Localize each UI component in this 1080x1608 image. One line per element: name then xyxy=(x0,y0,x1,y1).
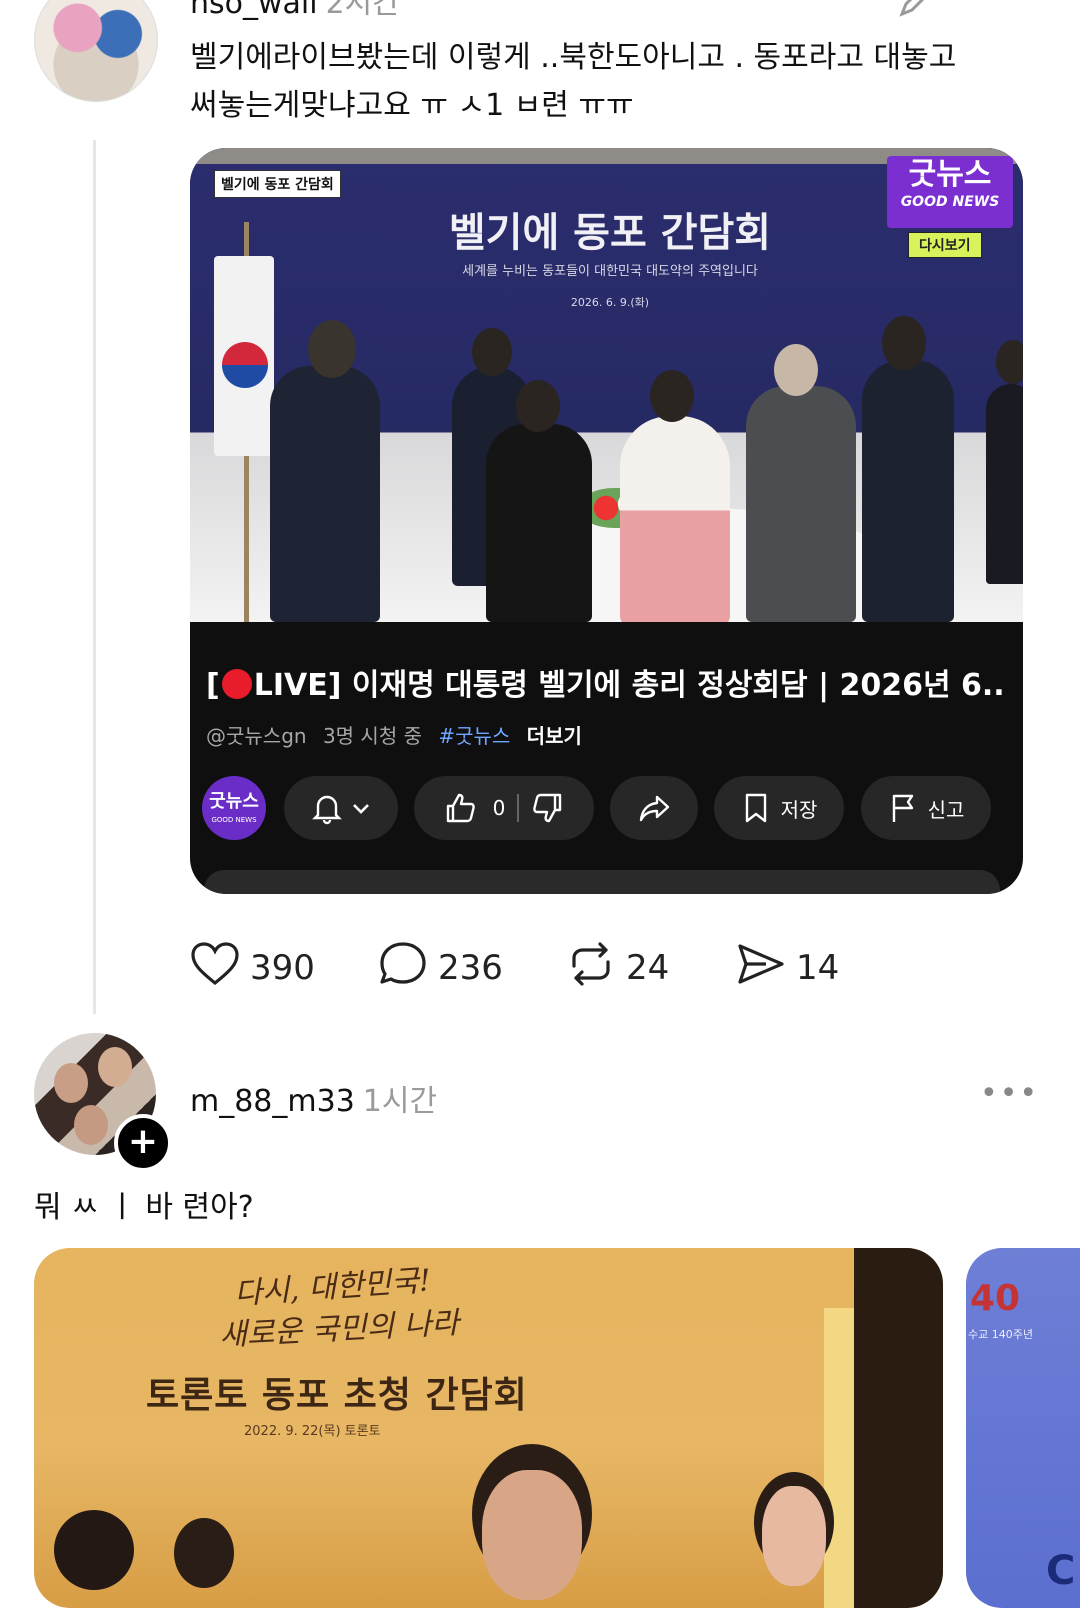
repost-count: 24 xyxy=(626,948,670,988)
follow-button[interactable]: + xyxy=(114,1114,172,1172)
edit-icon[interactable] xyxy=(896,0,936,20)
replay-badge: 다시보기 xyxy=(908,232,982,258)
person-face xyxy=(762,1486,826,1586)
anniversary-logo: 40 xyxy=(970,1278,1021,1319)
hashtag-link[interactable]: #굿뉴스 xyxy=(438,724,510,748)
like-dislike-group: 0 xyxy=(414,776,594,840)
heart-icon xyxy=(190,941,250,996)
video-embed-card[interactable]: 벨기에 동포 간담회 벨기에 동포 간담회 세계를 누비는 동포들이 대한민국 … xyxy=(190,148,1023,894)
more-options-icon[interactable]: ••• xyxy=(980,1076,1039,1111)
bookmark-icon xyxy=(741,791,771,825)
channel-avatar-english: GOOD NEWS xyxy=(211,816,257,824)
flag-icon xyxy=(888,791,918,825)
chevron-down-icon xyxy=(350,797,372,819)
event-date: 2022. 9. 22(목) 토론토 xyxy=(244,1424,381,1439)
viewer-count: 3명 시청 중 xyxy=(322,724,422,748)
thumbs-up-icon[interactable] xyxy=(443,791,477,825)
channel-handle[interactable]: @굿뉴스gn xyxy=(206,724,307,748)
avatar[interactable] xyxy=(34,0,158,102)
channel-avatar-korean: 굿뉴스 xyxy=(209,791,259,812)
thread-line xyxy=(93,140,96,1014)
save-button[interactable]: 저장 xyxy=(714,776,844,840)
video-tag: 벨기에 동포 간담회 xyxy=(214,170,341,198)
divider xyxy=(517,794,520,822)
bell-icon xyxy=(310,791,344,825)
comment-icon xyxy=(378,940,438,997)
video-frame[interactable]: 벨기에 동포 간담회 벨기에 동포 간담회 세계를 누비는 동포들이 대한민국 … xyxy=(190,148,1023,622)
person-head xyxy=(308,320,356,378)
person-figure xyxy=(986,384,1023,584)
person-head xyxy=(650,370,694,422)
username[interactable]: m_88_m33 xyxy=(190,1084,355,1119)
comment-action[interactable]: 236 xyxy=(378,940,503,996)
person-head xyxy=(882,316,926,370)
person-face xyxy=(482,1470,582,1600)
share-button[interactable] xyxy=(610,776,698,840)
post-image[interactable]: 다시, 대한민국! 새로운 국민의 나라 토론토 동포 초청 간담회 2022.… xyxy=(34,1248,943,1608)
person-head xyxy=(472,328,512,376)
like-count: 0 xyxy=(492,796,506,820)
hanbok-figure xyxy=(620,416,730,622)
partial-letter: C xyxy=(1046,1548,1076,1594)
avatar-face xyxy=(74,1105,108,1145)
avatar-face xyxy=(54,1063,88,1103)
save-label: 저장 xyxy=(780,797,818,822)
logo-english: GOOD NEWS xyxy=(900,194,1000,210)
logo-korean: 굿뉴스 xyxy=(908,157,992,192)
more-link[interactable]: 더보기 xyxy=(527,724,582,748)
send-icon xyxy=(736,940,796,997)
live-dot-icon xyxy=(221,669,252,699)
share-count: 14 xyxy=(796,948,840,988)
event-title: 토론토 동포 초청 간담회 xyxy=(146,1375,528,1416)
avatar-face xyxy=(98,1047,132,1087)
like-action[interactable]: 390 xyxy=(190,940,315,996)
person-hair xyxy=(54,1510,134,1590)
banner-date: 2026. 6. 9.(화) xyxy=(570,296,650,309)
person-figure xyxy=(862,360,954,622)
goodnews-logo: 굿뉴스 GOOD NEWS xyxy=(887,156,1013,228)
video-title[interactable]: [ LIVE] 이재명 대통령 벨기에 총리 정상회담 | 2026년 6... xyxy=(206,660,1006,704)
person-head xyxy=(996,340,1023,384)
korean-flag xyxy=(214,256,274,456)
channel-avatar[interactable]: 굿뉴스 GOOD NEWS xyxy=(202,776,266,840)
report-button[interactable]: 신고 xyxy=(861,776,991,840)
background-curtain xyxy=(854,1248,943,1608)
comment-bar[interactable] xyxy=(204,870,1000,894)
share-action[interactable]: 14 xyxy=(736,940,839,996)
repost-icon xyxy=(566,940,626,997)
title-live: LIVE] xyxy=(253,668,342,703)
person-head xyxy=(516,380,560,432)
person-figure xyxy=(486,424,592,622)
banner-subtitle: 세계를 누비는 동포들이 대한민국 대도약의 주역입니다 xyxy=(462,264,758,279)
more-options-icon[interactable]: ••• xyxy=(982,0,1041,11)
subscribe-bell-button[interactable] xyxy=(284,776,398,840)
person-hair xyxy=(174,1518,234,1588)
person-head xyxy=(774,344,818,396)
video-meta: @굿뉴스gn 3명 시청 중 #굿뉴스 더보기 xyxy=(206,720,592,749)
share-arrow-icon xyxy=(637,791,671,825)
banner-title: 벨기에 동포 간담회 xyxy=(448,210,772,256)
title-bracket: [ xyxy=(206,668,220,703)
person-figure xyxy=(746,386,856,622)
post-text: 벨기에라이브봤는데 이렇게 ..북한도아니고 . 동포라고 대놓고 써놓는게맞냐… xyxy=(190,40,957,123)
post-time: 1시간 xyxy=(362,1084,438,1119)
post-image-next[interactable]: 40 수교 140주년 C xyxy=(966,1248,1080,1608)
title-text: 이재명 대통령 벨기에 총리 정상회담 | 2026년 6... xyxy=(341,668,1006,703)
report-label: 신고 xyxy=(927,797,965,822)
person-figure xyxy=(270,366,380,622)
repost-action[interactable]: 24 xyxy=(566,940,669,996)
post-header: m_88_m33 1시간 xyxy=(190,1076,437,1120)
post-header: nso_wall 2시간 xyxy=(190,0,400,22)
post-time: 2시간 xyxy=(325,0,400,21)
comment-count: 236 xyxy=(438,948,503,988)
post-text: 뭐 ㅆ ㅣ 바 련아? xyxy=(34,1190,254,1225)
username[interactable]: nso_wall xyxy=(190,0,318,21)
anniversary-caption: 수교 140주년 xyxy=(968,1328,1033,1341)
like-count: 390 xyxy=(250,948,315,988)
thumbs-down-icon[interactable] xyxy=(531,791,565,825)
